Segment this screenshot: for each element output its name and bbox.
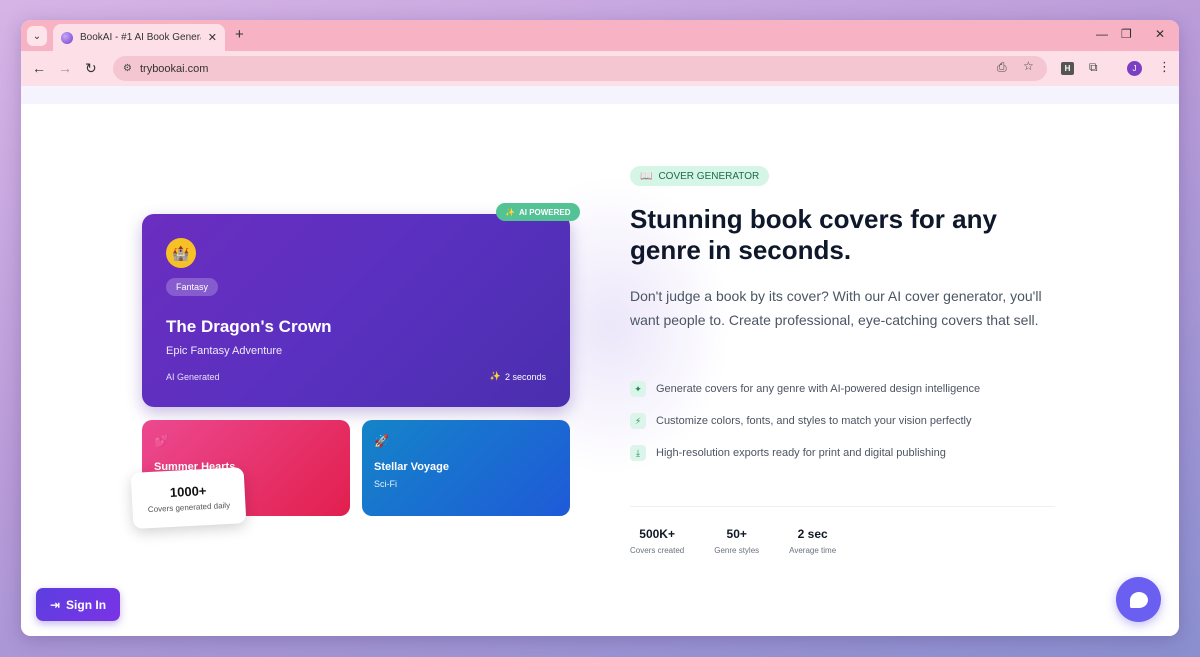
rocket-icon: 🚀 bbox=[374, 434, 389, 448]
browser-toolbar: ← → ↻ ⚙ trybookai.com ⎙ ☆ H ⧉ J ⋮ bbox=[21, 51, 1179, 86]
feature-text: Customize colors, fonts, and styles to m… bbox=[656, 415, 972, 427]
small-card-title: Stellar Voyage bbox=[374, 461, 449, 473]
chat-bubble-icon bbox=[1129, 591, 1148, 608]
site-info-icon[interactable]: ⚙ bbox=[123, 63, 132, 74]
book-open-icon: 📖 bbox=[640, 170, 653, 182]
stat-value: 50+ bbox=[726, 527, 747, 541]
back-icon[interactable]: ← bbox=[32, 60, 46, 76]
page-content: 🏰 Fantasy The Dragon's Crown Epic Fantas… bbox=[21, 86, 1179, 636]
sign-in-icon: ⇥ bbox=[49, 597, 61, 612]
cover-title: The Dragon's Crown bbox=[166, 317, 332, 336]
feature-item: ⚡ Customize colors, fonts, and styles to… bbox=[630, 405, 1070, 437]
section-lede: Don't judge a book by its cover? With ou… bbox=[630, 288, 1042, 328]
bookmark-star-icon[interactable]: ☆ bbox=[1023, 59, 1034, 73]
bookai-favicon-icon bbox=[61, 31, 73, 44]
ai-generated-label: AI Generated bbox=[166, 372, 220, 382]
new-tab-icon[interactable]: + bbox=[235, 26, 244, 43]
stat-average-time: 2 sec Average time bbox=[789, 527, 836, 555]
castle-icon: 🏰 bbox=[166, 238, 196, 268]
sparkles-icon: ✦ bbox=[630, 381, 646, 397]
sign-in-button[interactable]: ⇥ Sign In bbox=[36, 588, 120, 621]
ai-powered-badge: ✨ AI POWERED bbox=[496, 203, 580, 221]
feature-text: High-resolution exports ready for print … bbox=[656, 447, 946, 459]
address-bar[interactable]: ⚙ trybookai.com bbox=[113, 56, 1047, 81]
stats-divider bbox=[630, 506, 1055, 507]
cover-subtitle: Epic Fantasy Adventure bbox=[166, 345, 283, 357]
chat-launcher-button[interactable] bbox=[1116, 577, 1161, 622]
extensions-puzzle-icon[interactable]: ⧉ bbox=[1089, 60, 1098, 75]
stat-genre-styles: 50+ Genre styles bbox=[714, 527, 759, 555]
section-headline: Stunning book covers for any genre in se… bbox=[630, 204, 997, 265]
browser-window: ⌄ BookAI - #1 AI Book Generator ✕ + — ❐ … bbox=[21, 20, 1179, 636]
stat-value: 1000+ bbox=[169, 483, 207, 500]
feature-list: ✦ Generate covers for any genre with AI-… bbox=[630, 373, 1070, 469]
forward-icon[interactable]: → bbox=[58, 60, 72, 76]
ai-powered-text: AI POWERED bbox=[518, 207, 571, 217]
stats-row: 500K+ Covers created 50+ Genre styles 2 … bbox=[630, 527, 866, 555]
minimize-icon[interactable]: — bbox=[1096, 27, 1108, 41]
generation-time: ✨ 2 seconds bbox=[490, 371, 546, 382]
genre-pill: Fantasy bbox=[166, 278, 219, 296]
profile-avatar[interactable]: J bbox=[1127, 61, 1142, 76]
download-icon: ⤓ bbox=[630, 445, 646, 461]
extension-h-icon[interactable]: H bbox=[1061, 62, 1074, 75]
generation-time-text: 2 seconds bbox=[504, 371, 546, 382]
stat-label: Genre styles bbox=[714, 546, 760, 555]
stat-label: Covers generated daily bbox=[147, 500, 231, 515]
stellar-voyage-card: 🚀 Stellar Voyage Sci-Fi bbox=[362, 420, 570, 516]
reload-icon[interactable]: ↻ bbox=[85, 60, 97, 77]
covers-daily-stat: 1000+ Covers generated daily bbox=[130, 467, 247, 529]
stat-value: 2 sec bbox=[797, 527, 828, 541]
install-app-icon[interactable]: ⎙ bbox=[997, 60, 1007, 75]
page-top-band bbox=[21, 86, 1179, 104]
bolt-icon: ⚡ bbox=[630, 413, 646, 429]
close-window-icon[interactable]: ✕ bbox=[1155, 27, 1165, 41]
stat-value: 500K+ bbox=[639, 527, 675, 541]
cover-generator-pill: 📖 COVER GENERATOR bbox=[630, 166, 770, 186]
sparkles-icon: ✨ bbox=[489, 371, 501, 381]
tab-bookai[interactable]: BookAI - #1 AI Book Generator ✕ bbox=[53, 24, 225, 51]
hero-cover-card: 🏰 Fantasy The Dragon's Crown Epic Fantas… bbox=[142, 214, 570, 407]
stat-label: Covers created bbox=[630, 546, 685, 555]
feature-item: ⤓ High-resolution exports ready for prin… bbox=[630, 437, 1070, 469]
small-card-subtitle: Sci-Fi bbox=[374, 479, 397, 489]
pill-text: COVER GENERATOR bbox=[658, 170, 760, 182]
sparkles-icon: ✨ bbox=[505, 207, 515, 217]
restore-icon[interactable]: ❐ bbox=[1121, 27, 1132, 41]
url-text: trybookai.com bbox=[139, 62, 209, 75]
sign-in-label: Sign In bbox=[66, 597, 107, 612]
stat-label: Average time bbox=[789, 546, 837, 555]
hearts-icon: 💕 bbox=[154, 434, 169, 448]
close-tab-icon[interactable]: ✕ bbox=[208, 31, 217, 44]
browser-menu-icon[interactable]: ⋮ bbox=[1158, 59, 1171, 75]
feature-item: ✦ Generate covers for any genre with AI-… bbox=[630, 373, 1070, 405]
feature-text: Generate covers for any genre with AI-po… bbox=[656, 383, 981, 395]
tab-search-icon[interactable]: ⌄ bbox=[27, 26, 47, 46]
tab-strip: ⌄ BookAI - #1 AI Book Generator ✕ + — ❐ … bbox=[21, 20, 1179, 51]
tab-title: BookAI - #1 AI Book Generator bbox=[80, 32, 201, 43]
stat-covers-created: 500K+ Covers created bbox=[630, 527, 684, 555]
